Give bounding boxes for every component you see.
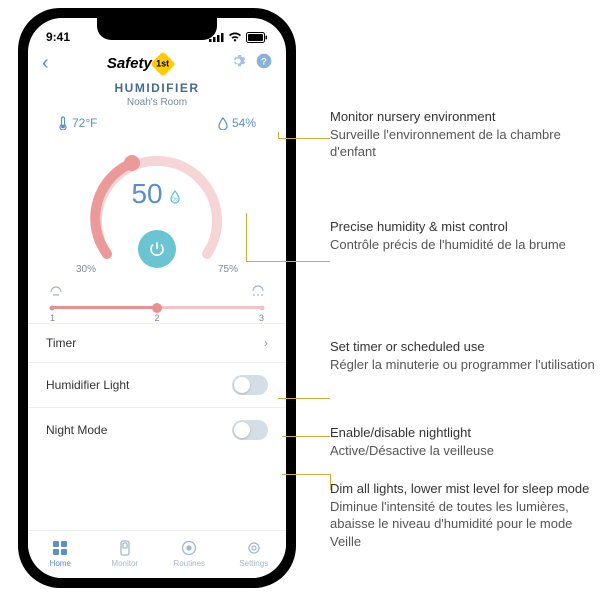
page-title: HUMIDIFIER Noah's Room — [28, 81, 286, 108]
power-button[interactable] — [138, 230, 176, 268]
wifi-icon — [228, 32, 242, 42]
humidity: 54% — [218, 116, 256, 130]
power-icon — [148, 240, 166, 258]
device-type: HUMIDIFIER — [28, 81, 286, 95]
back-button[interactable]: ‹ — [42, 52, 49, 75]
thermometer-icon — [58, 116, 68, 130]
mist-slider[interactable] — [52, 306, 262, 309]
status-time: 9:41 — [46, 30, 70, 44]
nav-settings[interactable]: Settings — [222, 531, 287, 578]
svg-text:%: % — [172, 197, 178, 203]
light-toggle[interactable] — [232, 375, 268, 395]
svg-text:?: ? — [261, 56, 267, 66]
status-icons — [209, 32, 268, 43]
night-toggle[interactable] — [232, 420, 268, 440]
humidity-gauge[interactable]: 50 % — [72, 134, 242, 274]
timer-row[interactable]: Timer › — [28, 323, 286, 362]
nav-monitor[interactable]: Monitor — [93, 531, 158, 578]
notch — [97, 18, 217, 40]
bottom-nav: Home Monitor Routines Settings — [28, 530, 286, 578]
header: ‹ Safety1st ? — [28, 48, 286, 77]
mist-low-icon — [48, 283, 64, 300]
temperature: 72°F — [58, 116, 97, 130]
environment-readout: 72°F 54% — [28, 108, 286, 130]
nav-routines[interactable]: Routines — [157, 531, 222, 578]
callout-timer: Set timer or scheduled use Régler la min… — [330, 338, 595, 373]
mist-scale: 1 2 3 — [48, 313, 266, 323]
gauge-value: 50 % — [72, 178, 242, 210]
chevron-right-icon: › — [264, 336, 268, 350]
mist-high-icon — [250, 283, 266, 300]
home-icon — [28, 539, 93, 557]
logo-badge: 1st — [150, 51, 175, 76]
gear-icon[interactable] — [230, 53, 246, 74]
settings-icon — [222, 539, 287, 557]
mist-level-control[interactable]: 1 2 3 — [28, 275, 286, 323]
phone-frame: 9:41 ‹ Safety1st ? HUMIDIFIER Noah's Roo… — [18, 8, 296, 588]
help-icon[interactable]: ? — [256, 53, 272, 74]
callout-environment: Monitor nursery environment Surveille l'… — [330, 108, 600, 161]
battery-icon — [246, 32, 268, 43]
callout-humidity-control: Precise humidity & mist control Contrôle… — [330, 218, 566, 253]
light-row: Humidifier Light — [28, 362, 286, 407]
room-name: Noah's Room — [28, 97, 286, 108]
brand-logo: Safety1st — [107, 55, 172, 73]
slider-thumb[interactable] — [152, 303, 162, 313]
screen: 9:41 ‹ Safety1st ? HUMIDIFIER Noah's Roo… — [28, 18, 286, 578]
droplet-icon — [218, 117, 228, 130]
nav-home[interactable]: Home — [28, 531, 93, 578]
night-mode-row: Night Mode — [28, 407, 286, 452]
callout-nightlight: Enable/disable nightlight Active/Désacti… — [330, 424, 494, 459]
callout-night-mode: Dim all lights, lower mist level for sle… — [330, 480, 600, 550]
routines-icon — [157, 539, 222, 557]
monitor-icon — [93, 539, 158, 557]
percent-droplet-icon: % — [163, 190, 183, 206]
